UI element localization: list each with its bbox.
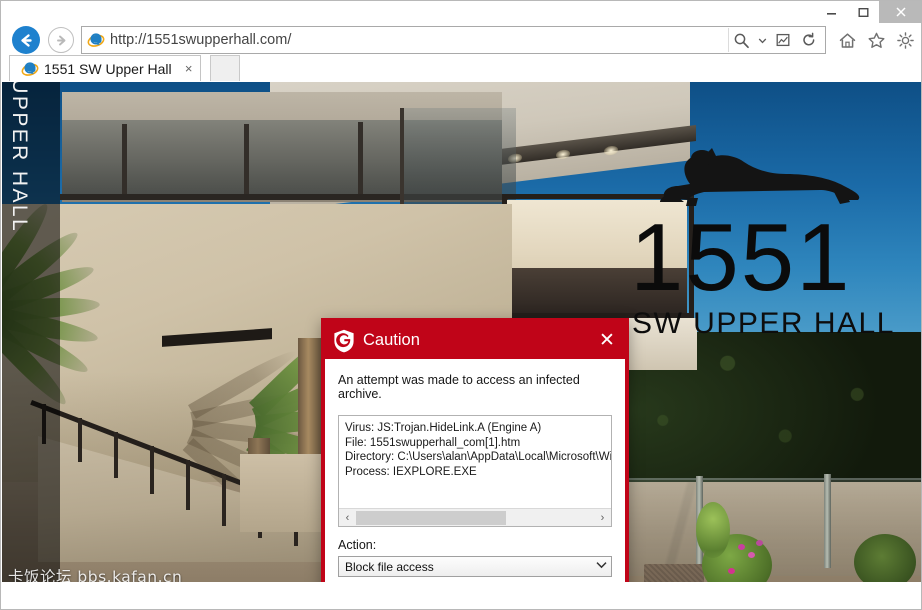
home-icon[interactable] — [834, 27, 860, 53]
tab-strip: 1551 SW Upper Hall × — [1, 54, 921, 82]
browser-toolbar-right — [834, 27, 918, 53]
scroll-left-arrow-icon[interactable]: ‹ — [339, 510, 356, 526]
back-button[interactable] — [12, 26, 40, 54]
search-icon[interactable] — [729, 28, 753, 52]
dialog-title: Caution — [363, 331, 420, 349]
chevron-down-icon[interactable] — [596, 561, 607, 572]
settings-gear-icon[interactable] — [892, 27, 918, 53]
window-controls — [815, 1, 921, 23]
search-dropdown-icon[interactable] — [755, 28, 769, 52]
scrollbar-thumb[interactable] — [356, 510, 506, 525]
browser-window: http://1551swupperhall.com/ 1551 SW Uppe… — [0, 0, 922, 610]
title-bar — [1, 1, 921, 23]
action-select[interactable]: Block file access — [338, 556, 612, 577]
glass-railing-post — [824, 474, 831, 568]
scroll-right-arrow-icon[interactable]: › — [594, 510, 611, 526]
refresh-icon[interactable] — [797, 28, 821, 52]
wicker-planter — [644, 564, 704, 582]
threat-details-listbox[interactable]: Virus: JS:Trojan.HideLink.A (Engine A) F… — [338, 415, 612, 527]
tab-title: 1551 SW Upper Hall — [44, 60, 172, 77]
flower-blossom — [756, 540, 763, 546]
favorites-star-icon[interactable] — [863, 27, 889, 53]
dialog-close-icon[interactable]: ✕ — [593, 327, 621, 355]
address-bar-tools — [728, 28, 825, 52]
forum-watermark: 卡饭论坛 bbs.kafan.cn — [8, 568, 183, 582]
horizontal-scrollbar[interactable]: ‹ › — [339, 508, 611, 526]
forward-button[interactable] — [48, 27, 74, 53]
browser-tab[interactable]: 1551 SW Upper Hall × — [9, 55, 201, 81]
interior-window-frame — [502, 194, 694, 318]
tab-favicon-internet-explorer-icon — [21, 61, 39, 76]
flower-spike — [696, 502, 730, 558]
flower-blossom — [748, 552, 755, 558]
new-tab-button[interactable] — [210, 55, 240, 81]
dialog-body: An attempt was made to access an infecte… — [325, 359, 625, 582]
grass-clump — [854, 534, 916, 582]
site-side-nav: 1551 SW UPPER HALL — [2, 82, 60, 582]
flower-blossom — [728, 568, 735, 574]
maximize-button[interactable] — [847, 1, 879, 23]
deck-glass-panel-right — [400, 108, 516, 204]
navigation-bar: http://1551swupperhall.com/ — [1, 23, 921, 57]
action-select-value: Block file access — [345, 559, 434, 574]
tab-close-icon[interactable]: × — [182, 62, 196, 75]
detail-file: File: 1551swupperhall_com[1].htm — [345, 436, 521, 449]
dialog-title-bar: Caution ✕ — [325, 322, 625, 359]
address-bar[interactable]: http://1551swupperhall.com/ — [81, 26, 826, 54]
site-side-nav-text: 1551 SW UPPER HALL — [8, 82, 31, 234]
status-bar — [2, 582, 921, 609]
gdata-caution-dialog: Caution ✕ An attempt was made to access … — [321, 318, 629, 582]
detail-process: Process: IEXPLORE.EXE — [345, 465, 477, 478]
url-text: http://1551swupperhall.com/ — [110, 32, 292, 48]
detail-directory: Directory: C:\Users\alan\AppData\Local\M… — [345, 451, 611, 463]
minimize-button[interactable] — [815, 1, 847, 23]
compatibility-view-icon[interactable] — [771, 28, 795, 52]
gdata-shield-logo-icon — [334, 329, 354, 352]
action-label: Action: — [338, 538, 377, 552]
flower-blossom — [738, 544, 745, 550]
internet-explorer-icon — [87, 33, 105, 47]
deck-post — [244, 124, 249, 198]
scrollbar-track[interactable] — [356, 509, 594, 526]
dialog-message: An attempt was made to access an infecte… — [338, 373, 580, 401]
deck-post — [122, 124, 127, 198]
close-window-button[interactable] — [879, 1, 921, 23]
page-viewport: 1551 SW UPPER HALL 1551 SW UPPER HALL 卡饭… — [2, 82, 921, 582]
threat-details-lines: Virus: JS:Trojan.HideLink.A (Engine A) F… — [339, 416, 611, 484]
detail-virus: Virus: JS:Trojan.HideLink.A (Engine A) — [345, 422, 542, 434]
deck-post — [358, 122, 363, 198]
